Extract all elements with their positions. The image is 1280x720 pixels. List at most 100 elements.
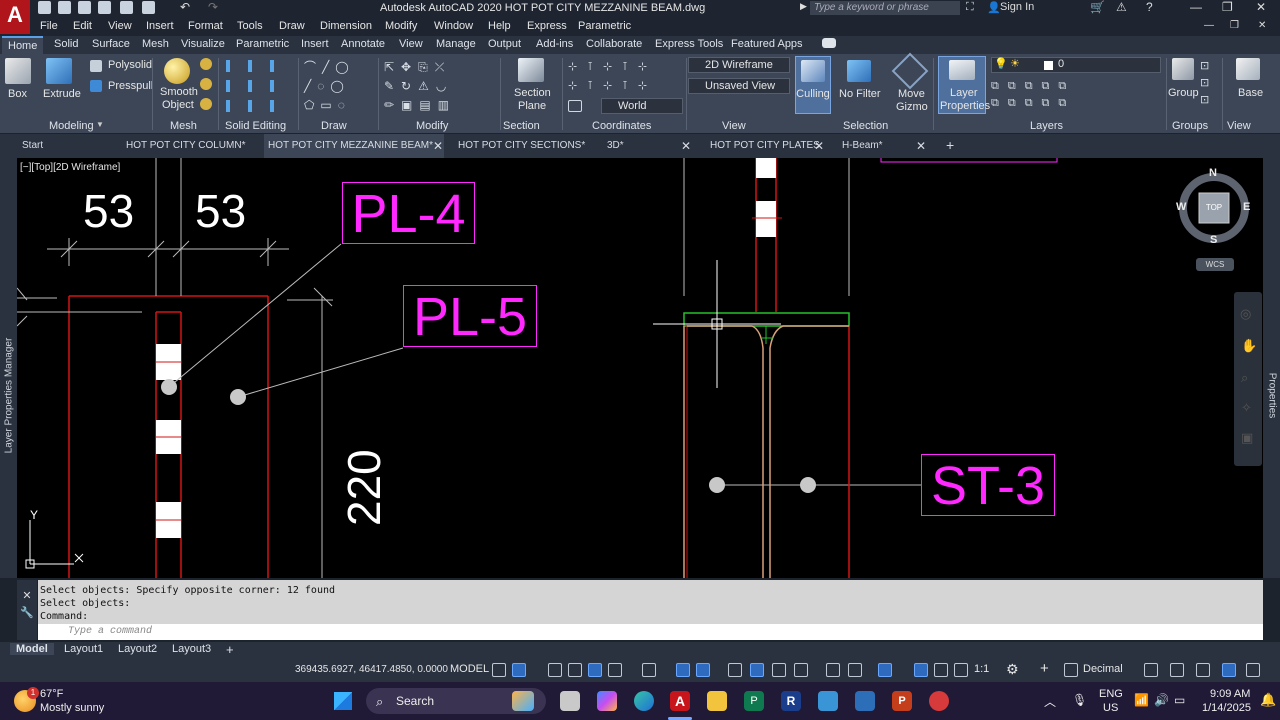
- recorder-icon[interactable]: [929, 691, 949, 711]
- menu-draw[interactable]: Draw: [279, 20, 305, 32]
- ucs-tools-icon[interactable]: ⊹⊺⊹⊺⊹ ⊹⊺⊹⊺⊹: [568, 58, 680, 92]
- language-code[interactable]: ENG: [1099, 688, 1123, 700]
- weather-temp[interactable]: 67°F: [40, 688, 63, 700]
- stiffener-tag-st3[interactable]: ST-3: [921, 454, 1055, 516]
- viewcube-south[interactable]: S: [1210, 234, 1217, 246]
- customize-icon[interactable]: 🔧: [17, 606, 37, 619]
- notifications-icon[interactable]: 🔔: [1260, 692, 1276, 708]
- new-tab-icon[interactable]: +: [946, 137, 954, 153]
- menu-insert[interactable]: Insert: [146, 20, 174, 32]
- section-plane-label-2[interactable]: Plane: [518, 100, 546, 112]
- ribbon-tab-mesh[interactable]: Mesh: [142, 38, 169, 50]
- menu-modify[interactable]: Modify: [385, 20, 417, 32]
- maximize-icon[interactable]: ❐: [1222, 0, 1233, 14]
- file-tab-plates[interactable]: HOT POT CITY PLATES: [706, 134, 824, 158]
- file-tab-mezzanine-beam[interactable]: HOT POT CITY MEZZANINE BEAM*: [264, 134, 444, 158]
- zoom-icon[interactable]: ⌕: [1241, 370, 1248, 386]
- menu-parametric[interactable]: Parametric: [578, 20, 631, 32]
- drawing-viewport[interactable]: [−][Top][2D Wireframe] 53 53 220 PL-4 PL…: [17, 158, 1263, 578]
- no-filter-label[interactable]: No Filter: [839, 88, 881, 100]
- revit-icon[interactable]: R: [781, 691, 801, 711]
- showmotion-icon[interactable]: ▣: [1241, 430, 1253, 446]
- clean-screen-icon[interactable]: [1246, 663, 1260, 677]
- edge-icon[interactable]: [634, 691, 654, 711]
- panel-modify[interactable]: Modify: [416, 120, 448, 132]
- windows-start-icon[interactable]: [334, 692, 352, 710]
- infer-constraints-icon[interactable]: [548, 663, 562, 677]
- ribbon-tab-output[interactable]: Output: [488, 38, 521, 50]
- close-icon[interactable]: ✕: [1256, 0, 1266, 14]
- selection-cycling-icon[interactable]: [772, 663, 786, 677]
- dynamic-ucs-icon[interactable]: [826, 663, 840, 677]
- ribbon-tab-view[interactable]: View: [399, 38, 423, 50]
- polysolid-label[interactable]: Polysolid: [108, 59, 152, 71]
- extrude-label[interactable]: Extrude: [43, 88, 81, 100]
- smooth-object-icon[interactable]: [164, 58, 190, 84]
- coordinate-readout[interactable]: 369435.6927, 46417.4850, 0.0000: [295, 664, 448, 675]
- menu-window[interactable]: Window: [434, 20, 473, 32]
- panel-draw[interactable]: Draw: [321, 120, 347, 132]
- close-tab-icon[interactable]: ✕: [814, 139, 824, 153]
- close-tab-icon[interactable]: ✕: [681, 139, 691, 153]
- annotation-visibility-icon[interactable]: [914, 663, 928, 677]
- panel-groups[interactable]: Groups: [1172, 120, 1208, 132]
- ribbon-toggle-icon[interactable]: [822, 38, 836, 48]
- menu-tools[interactable]: Tools: [237, 20, 263, 32]
- panel-mesh[interactable]: Mesh: [170, 120, 197, 132]
- help-icon[interactable]: ?: [1146, 0, 1153, 14]
- solid-editing-tools-icon[interactable]: [226, 58, 286, 112]
- search-highlight-icon[interactable]: [512, 691, 534, 711]
- draw-tools-icon[interactable]: ⌒╱◯ ╱◌◯ ⬠▭◌: [304, 58, 374, 112]
- lineweight-icon[interactable]: [728, 663, 742, 677]
- viewcube-top-face[interactable]: TOP: [1199, 203, 1229, 212]
- user-icon[interactable]: 👤: [987, 1, 1001, 14]
- ortho-icon[interactable]: [588, 663, 602, 677]
- viewcube-west[interactable]: W: [1176, 201, 1186, 213]
- selection-filter-icon[interactable]: [848, 663, 862, 677]
- modify-tools-icon[interactable]: ⇱✥⎘⤫ ✎↻⚠◡ ✏▣▤▥: [384, 58, 492, 112]
- menu-minimize-icon[interactable]: —: [1204, 20, 1214, 31]
- pan-icon[interactable]: ✋: [1241, 338, 1257, 354]
- navigation-bar[interactable]: ◎ ✋ ⌕ ✧ ▣: [1234, 292, 1262, 466]
- quick-properties-icon[interactable]: [1144, 663, 1158, 677]
- section-plane-label-1[interactable]: Section: [514, 87, 551, 99]
- weather-desc[interactable]: Mostly sunny: [40, 702, 104, 714]
- menu-edit[interactable]: Edit: [73, 20, 92, 32]
- ribbon-tab-parametric[interactable]: Parametric: [236, 38, 289, 50]
- menu-express[interactable]: Express: [527, 20, 567, 32]
- ucs-dropdown[interactable]: World: [601, 98, 683, 114]
- file-tab-3d[interactable]: 3D*: [603, 134, 628, 158]
- properties-label[interactable]: Properties: [1267, 356, 1278, 436]
- polysolid-icon[interactable]: [90, 60, 102, 72]
- section-plane-icon[interactable]: [518, 58, 544, 82]
- autocad-taskbar-icon[interactable]: A: [670, 691, 690, 711]
- ribbon-tab-solid[interactable]: Solid: [54, 38, 78, 50]
- layer-properties-manager-label[interactable]: Layer Properties Manager: [4, 301, 15, 491]
- lock-ui-icon[interactable]: [1170, 663, 1184, 677]
- plot-icon[interactable]: [120, 1, 133, 14]
- no-filter-icon[interactable]: [847, 60, 871, 82]
- smooth-label-1[interactable]: Smooth: [160, 86, 198, 98]
- smooth-label-2[interactable]: Object: [162, 99, 194, 111]
- layer-tools-icon[interactable]: ⧉⧉⧉⧉⧉ ⧉⧉⧉⧉⧉: [991, 78, 1086, 112]
- add-layout-icon[interactable]: +: [226, 642, 234, 657]
- transparency-icon[interactable]: [750, 663, 764, 677]
- ribbon-tab-insert[interactable]: Insert: [301, 38, 329, 50]
- save-as-icon[interactable]: [98, 1, 111, 14]
- annotation-scale-dropdown[interactable]: 1:1: [974, 663, 989, 675]
- panel-layers[interactable]: Layers: [1030, 120, 1063, 132]
- lightbulb-icon[interactable]: 💡: [994, 57, 1008, 70]
- snap-icon[interactable]: [512, 663, 526, 677]
- wcs-menu[interactable]: WCS: [1196, 258, 1234, 271]
- viewport-controls-label[interactable]: [−][Top][2D Wireframe]: [20, 162, 120, 173]
- box-icon[interactable]: [5, 58, 31, 84]
- move-gizmo-label-1[interactable]: Move: [898, 88, 925, 100]
- sun-icon[interactable]: ☀: [1010, 57, 1020, 70]
- plate-tag-pl4[interactable]: PL-4: [342, 182, 475, 244]
- battery-icon[interactable]: ▭: [1174, 693, 1185, 707]
- ribbon-tab-manage[interactable]: Manage: [436, 38, 476, 50]
- menu-dimension[interactable]: Dimension: [320, 20, 372, 32]
- layout-tab-layout3[interactable]: Layout3: [166, 643, 217, 655]
- structural-app-icon[interactable]: [818, 691, 838, 711]
- extrude-icon[interactable]: [46, 58, 72, 84]
